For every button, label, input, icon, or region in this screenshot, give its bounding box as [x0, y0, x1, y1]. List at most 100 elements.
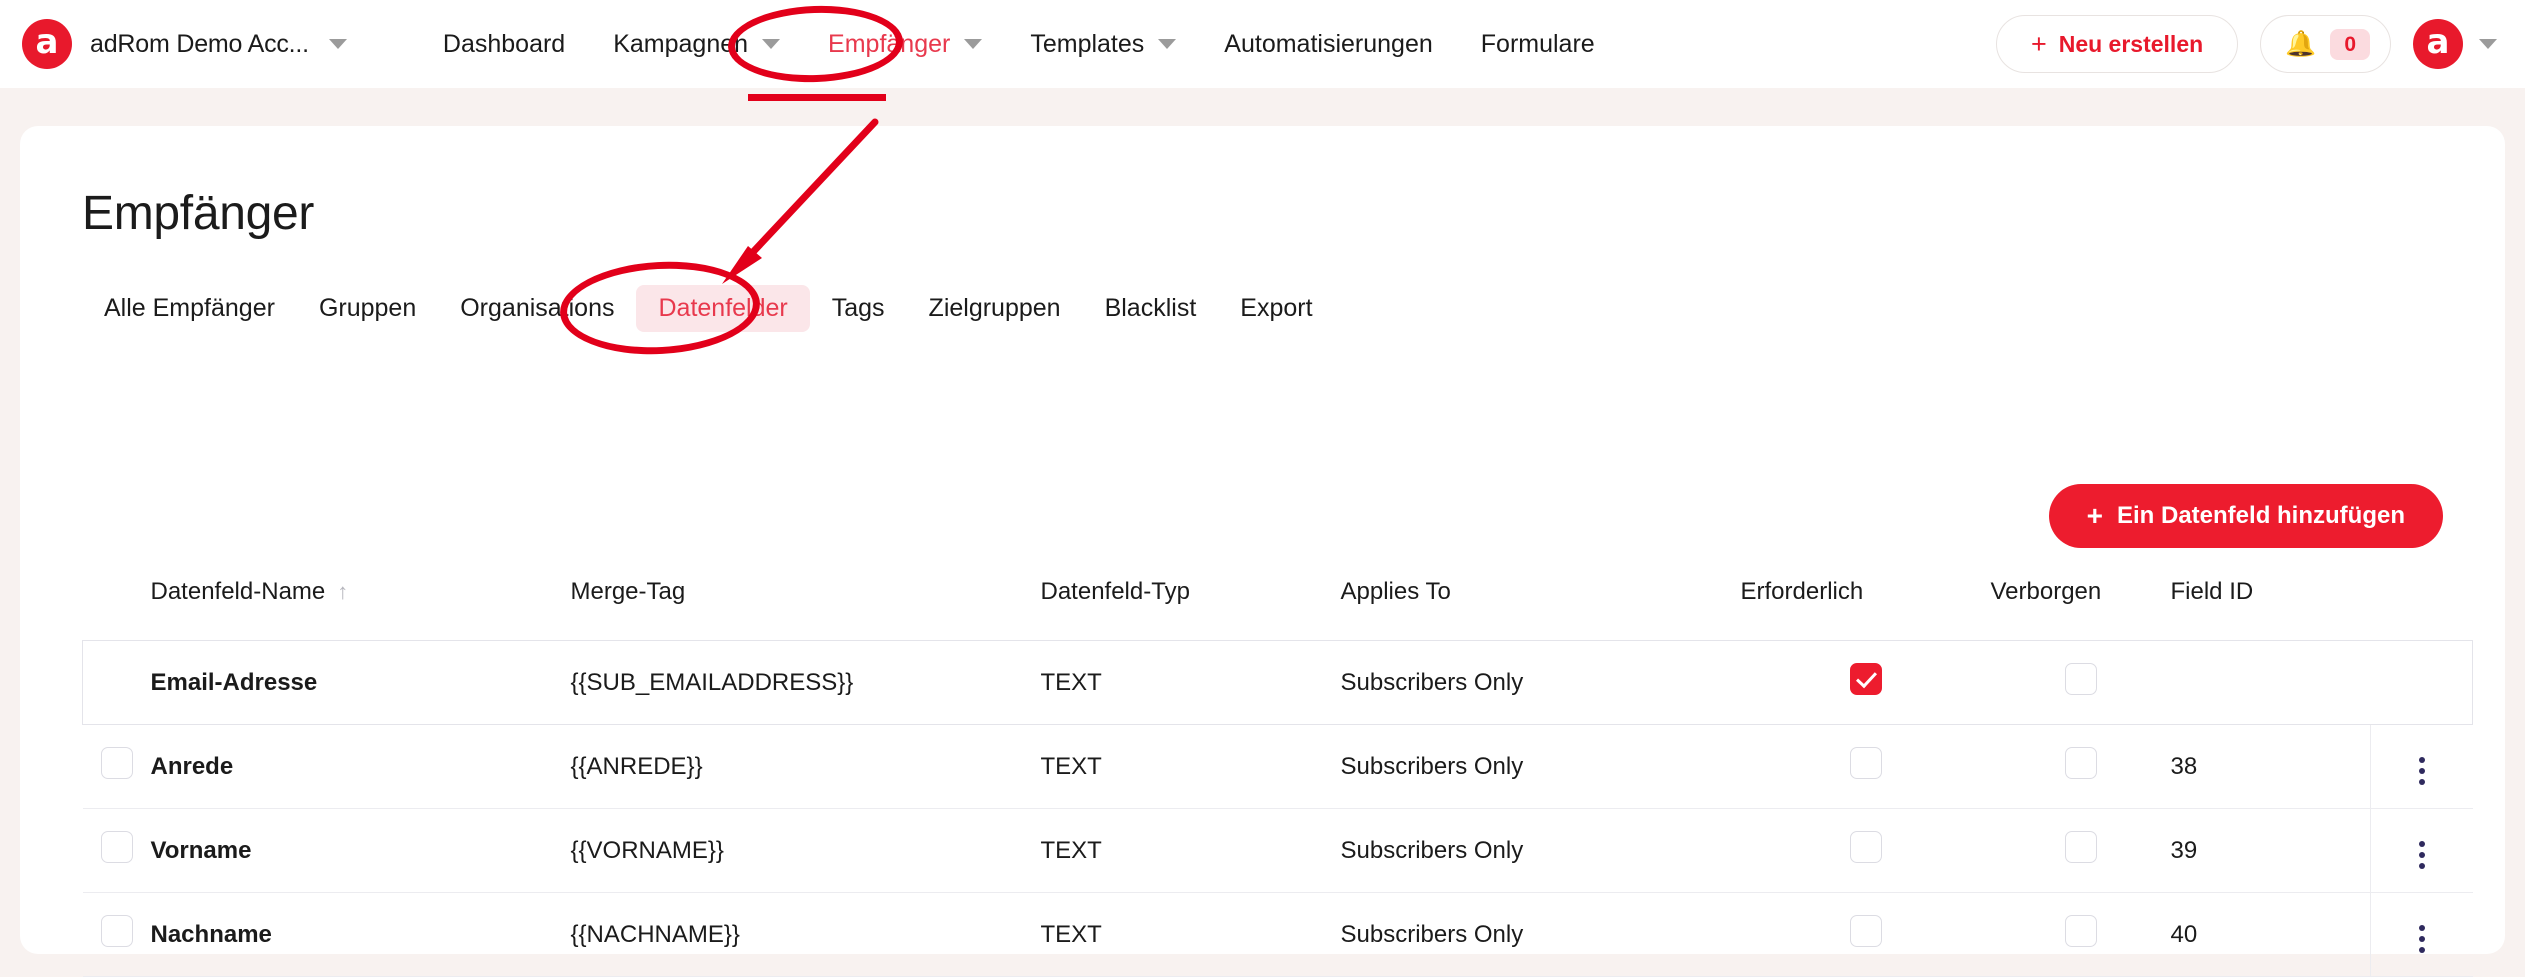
hidden-checkbox[interactable]	[2064, 747, 2097, 779]
nav-label-templates: Templates	[1030, 29, 1145, 58]
required-checkbox[interactable]	[1849, 747, 1882, 779]
add-datafield-label: Ein Datenfeld hinzufügen	[2117, 502, 2405, 529]
column-verborgen[interactable]: Verborgen	[1991, 578, 2171, 641]
hidden-checkbox[interactable]	[2064, 915, 2097, 947]
row-select-checkbox[interactable]	[100, 831, 133, 863]
column-label: Verborgen	[1990, 578, 2102, 605]
nav-item-templates[interactable]: Templates	[1006, 30, 1200, 59]
cell-merge-tag: {{ANREDE}}	[570, 724, 1041, 809]
nav-item-dashboard[interactable]: Dashboard	[419, 30, 589, 59]
chevron-down-icon[interactable]	[2479, 39, 2497, 49]
user-avatar[interactable]: a	[2413, 19, 2463, 69]
topbar-actions: + Neu erstellen 🔔 0 a	[1995, 0, 2497, 88]
tab-organisations[interactable]: Organisations	[438, 285, 636, 332]
required-checkbox[interactable]	[1849, 915, 1882, 947]
tab-blacklist[interactable]: Blacklist	[1083, 285, 1219, 332]
tab-label: Gruppen	[318, 294, 417, 322]
cell-verborgen	[1990, 724, 2171, 809]
column-erforderlich[interactable]: Erforderlich	[1741, 578, 1991, 641]
nav-item-empfaenger[interactable]: Empfänger	[804, 30, 1006, 59]
datafields-table: Datenfeld-Name ↑ Merge-Tag Datenfeld-Typ …	[82, 578, 2473, 977]
cell-applies-to: Subscribers Only	[1340, 724, 1741, 809]
cell-applies-to: Subscribers Only	[1340, 640, 1741, 725]
cell-datenfeld-name: Vorname	[150, 808, 571, 893]
tab-alle-empfaenger[interactable]: Alle Empfänger	[82, 285, 297, 332]
tab-export[interactable]: Export	[1218, 285, 1334, 332]
chevron-down-icon	[964, 39, 983, 49]
nav-label-formulare: Formulare	[1480, 29, 1595, 58]
row-select-cell	[82, 724, 151, 809]
cell-datenfeld-typ: TEXT	[1040, 724, 1341, 809]
column-applies-to[interactable]: Applies To	[1341, 578, 1741, 641]
brand-account-switcher[interactable]: a adRom Demo Acc...	[22, 19, 347, 69]
datafields-table-wrapper: Datenfeld-Name ↑ Merge-Tag Datenfeld-Typ …	[82, 578, 2473, 977]
notifications-button[interactable]: 🔔 0	[2260, 15, 2391, 73]
cell-applies-to: Subscribers Only	[1340, 892, 1741, 977]
cell-actions	[2370, 892, 2473, 977]
cell-merge-tag: {{NACHNAME}}	[570, 892, 1041, 977]
cell-verborgen	[1990, 808, 2171, 893]
cell-erforderlich	[1740, 640, 1991, 725]
chevron-down-icon	[1158, 39, 1177, 49]
row-select-cell	[82, 640, 151, 725]
column-datenfeld-name[interactable]: Datenfeld-Name ↑	[151, 578, 571, 641]
cell-merge-tag: {{SUB_EMAILADDRESS}}	[570, 640, 1041, 725]
table-row[interactable]: Vorname {{VORNAME}} TEXT Subscribers Onl…	[82, 808, 2473, 893]
row-actions-menu-icon[interactable]	[2413, 835, 2431, 875]
tab-datenfelder[interactable]: Datenfelder	[636, 285, 810, 332]
cell-erforderlich	[1740, 724, 1991, 809]
cell-field-id: 38	[2170, 724, 2371, 809]
tab-label: Alle Empfänger	[104, 294, 275, 322]
column-field-id[interactable]: Field ID	[2171, 578, 2371, 641]
nav-label-kampagnen: Kampagnen	[613, 29, 749, 58]
required-checkbox[interactable]	[1849, 831, 1882, 863]
column-merge-tag[interactable]: Merge-Tag	[571, 578, 1041, 641]
table-row[interactable]: Email-Adresse {{SUB_EMAILADDRESS}} TEXT …	[82, 640, 2473, 725]
tab-zielgruppen[interactable]: Zielgruppen	[907, 285, 1083, 332]
row-actions-menu-icon[interactable]	[2413, 751, 2431, 791]
column-datenfeld-typ[interactable]: Datenfeld-Typ	[1041, 578, 1341, 641]
cell-field-id	[2170, 640, 2371, 725]
cell-actions	[2370, 640, 2473, 725]
sort-ascending-icon[interactable]: ↑	[337, 579, 348, 605]
create-new-label: Neu erstellen	[2058, 30, 2204, 57]
hidden-checkbox[interactable]	[2064, 663, 2097, 695]
row-actions-menu-icon[interactable]	[2413, 919, 2431, 959]
page-tabs: Alle Empfänger Gruppen Organisations Dat…	[82, 285, 2505, 332]
required-checkbox[interactable]	[1849, 663, 1882, 695]
table-body: Email-Adresse {{SUB_EMAILADDRESS}} TEXT …	[82, 640, 2473, 977]
cell-applies-to: Subscribers Only	[1340, 808, 1741, 893]
column-select	[83, 578, 151, 641]
tab-gruppen[interactable]: Gruppen	[297, 285, 438, 332]
add-datafield-button[interactable]: + Ein Datenfeld hinzufügen	[2048, 484, 2443, 548]
column-label: Erforderlich	[1740, 578, 1864, 605]
nav-item-kampagnen[interactable]: Kampagnen	[589, 30, 804, 59]
row-select-cell	[82, 892, 151, 977]
nav-label-empfaenger: Empfänger	[828, 29, 951, 58]
row-select-checkbox[interactable]	[100, 915, 133, 947]
chevron-down-icon[interactable]	[328, 39, 347, 49]
tab-tags[interactable]: Tags	[810, 285, 907, 332]
cell-actions	[2370, 808, 2473, 893]
nav-item-formulare[interactable]: Formulare	[1457, 30, 1619, 59]
hidden-checkbox[interactable]	[2064, 831, 2097, 863]
annotation-underline-empfaenger	[748, 94, 886, 101]
row-select-checkbox[interactable]	[100, 747, 133, 779]
cell-datenfeld-name: Email-Adresse	[150, 640, 571, 725]
cell-field-id: 40	[2170, 892, 2371, 977]
cell-verborgen	[1990, 892, 2171, 977]
cell-actions	[2370, 724, 2473, 809]
bell-icon: 🔔	[2285, 29, 2317, 58]
column-label: Datenfeld-Typ	[1040, 578, 1190, 605]
column-label: Applies To	[1340, 578, 1451, 605]
column-actions	[2371, 578, 2473, 641]
create-new-button[interactable]: + Neu erstellen	[1995, 15, 2239, 73]
cell-field-id: 39	[2170, 808, 2371, 893]
account-name-label: adRom Demo Acc...	[90, 29, 309, 58]
tab-label: Tags	[831, 294, 885, 322]
table-row[interactable]: Nachname {{NACHNAME}} TEXT Subscribers O…	[82, 892, 2473, 977]
cell-datenfeld-typ: TEXT	[1040, 808, 1341, 893]
table-header: Datenfeld-Name ↑ Merge-Tag Datenfeld-Typ …	[83, 578, 2473, 641]
table-row[interactable]: Anrede {{ANREDE}} TEXT Subscribers Only …	[82, 724, 2473, 809]
nav-item-automatisierungen[interactable]: Automatisierungen	[1200, 30, 1456, 59]
